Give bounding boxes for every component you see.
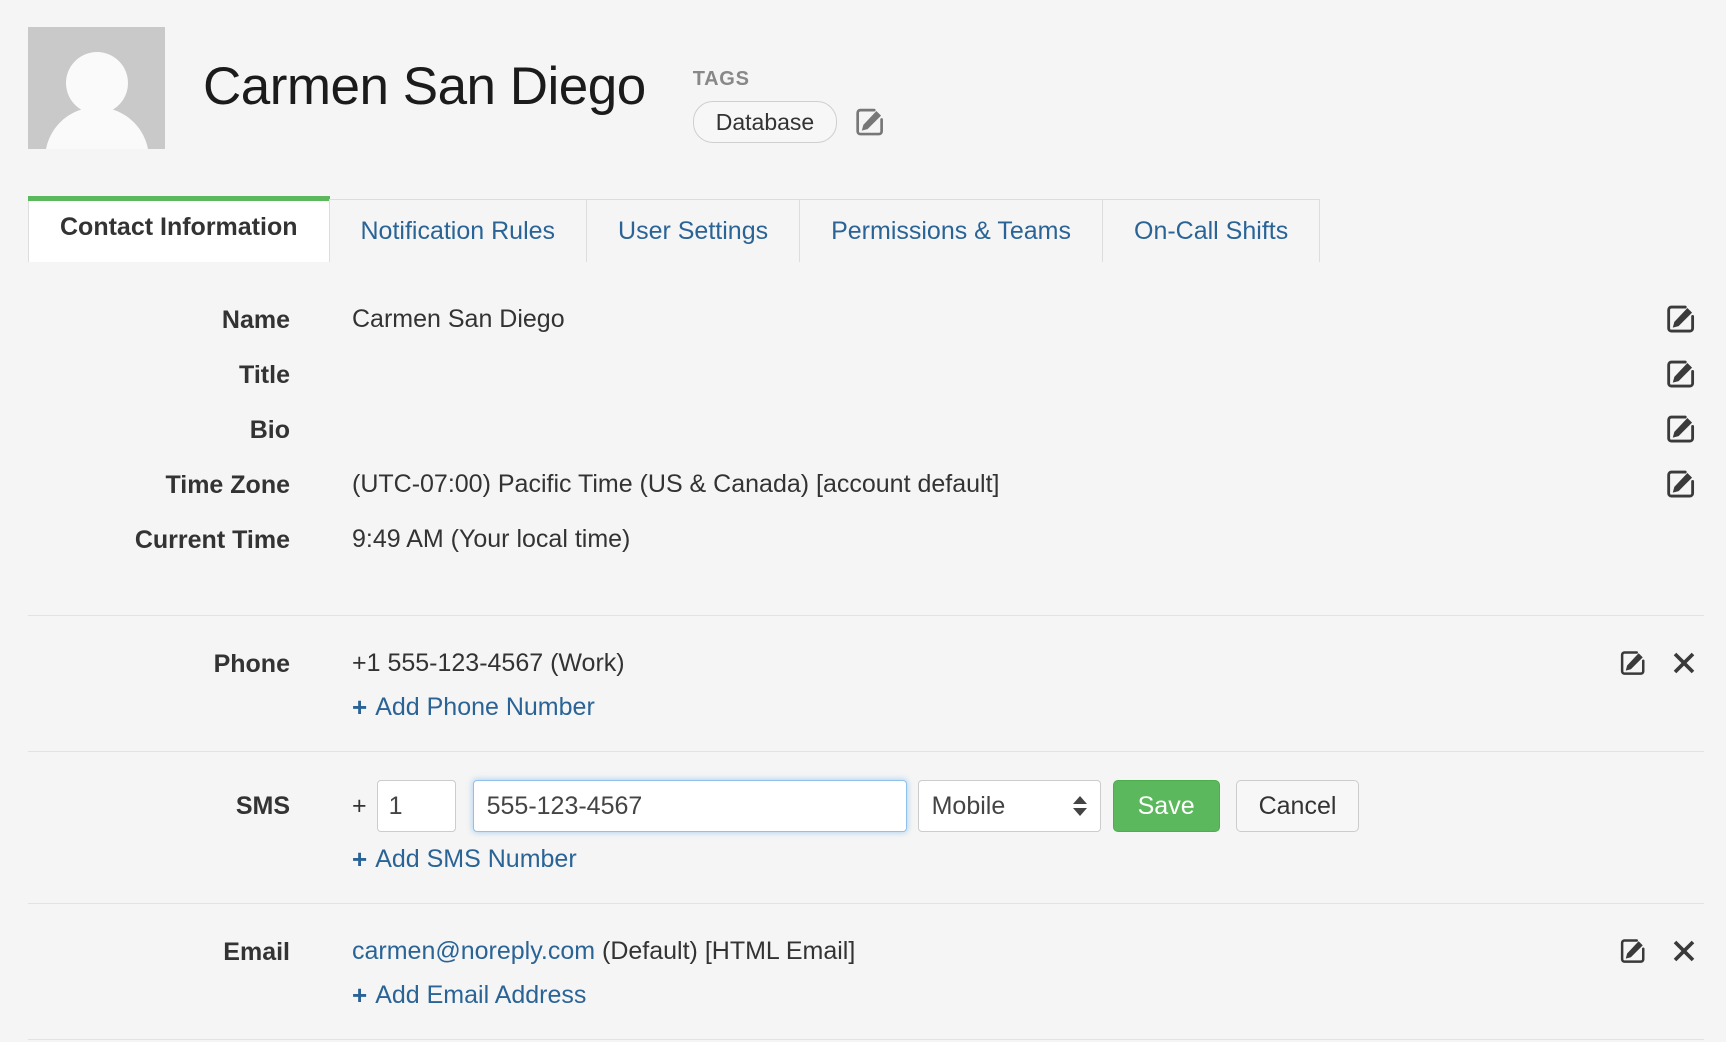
tab-user-settings[interactable]: User Settings	[586, 199, 800, 262]
plus-icon: +	[352, 694, 367, 720]
row-current-time: Current Time 9:49 AM (Your local time)	[0, 524, 1726, 579]
phone-value: +1 555-123-4567 (Work)	[352, 648, 1726, 678]
edit-pencil-icon[interactable]	[1664, 412, 1698, 446]
sms-type-select-wrapper: Mobile	[918, 780, 1101, 832]
row-label: Email	[0, 936, 290, 967]
tab-label: On-Call Shifts	[1134, 217, 1288, 245]
add-phone-number-label: Add Phone Number	[375, 692, 595, 722]
email-section: Email carmen@noreply.com (Default) [HTML…	[0, 904, 1726, 1011]
close-x-icon[interactable]	[1670, 649, 1698, 677]
row-label: Phone	[0, 648, 290, 679]
sms-section: SMS + Mobile Save	[0, 752, 1726, 875]
row-sms: SMS + Mobile Save	[0, 780, 1726, 875]
sms-edit-form: + Mobile Save Cancel	[352, 780, 1726, 832]
email-suffix: (Default) [HTML Email]	[595, 937, 855, 965]
tab-label: Contact Information	[60, 213, 298, 241]
tab-on-call-shifts[interactable]: On-Call Shifts	[1102, 199, 1320, 262]
tags-row: Database	[693, 101, 887, 143]
add-sms-number-link[interactable]: + Add SMS Number	[352, 844, 577, 874]
cancel-button[interactable]: Cancel	[1236, 780, 1360, 832]
tab-contact-information[interactable]: Contact Information	[28, 196, 330, 262]
tab-label: Notification Rules	[361, 217, 556, 245]
row-value-group: carmen@noreply.com (Default) [HTML Email…	[290, 936, 1726, 1011]
row-actions	[1664, 467, 1698, 501]
row-actions	[1664, 357, 1698, 391]
row-value-group: +1 555-123-4567 (Work) + Add Phone Numbe…	[290, 648, 1726, 723]
plus-icon: +	[352, 846, 367, 872]
tab-label: User Settings	[618, 217, 768, 245]
sms-type-select[interactable]: Mobile	[918, 780, 1101, 832]
row-value: (UTC-07:00) Pacific Time (US & Canada) […	[290, 469, 1726, 499]
country-code-input[interactable]	[377, 780, 456, 832]
edit-pencil-icon[interactable]	[1664, 357, 1698, 391]
add-phone-number-link[interactable]: + Add Phone Number	[352, 692, 595, 722]
row-bio: Bio	[0, 414, 1726, 469]
page-title: Carmen San Diego	[165, 27, 646, 113]
row-name: Name Carmen San Diego	[0, 304, 1726, 359]
profile-section: Name Carmen San Diego Title	[0, 262, 1726, 579]
phone-section: Phone +1 555-123-4567 (Work) + Add Phone…	[0, 616, 1726, 723]
row-label: Bio	[0, 414, 290, 445]
tags-label: TAGS	[693, 69, 887, 89]
row-value: 9:49 AM (Your local time)	[290, 524, 1726, 554]
email-address-link[interactable]: carmen@noreply.com	[352, 937, 595, 965]
row-actions	[1664, 302, 1698, 336]
row-phone: Phone +1 555-123-4567 (Work) + Add Phone…	[0, 648, 1726, 723]
edit-pencil-icon[interactable]	[1618, 648, 1648, 678]
row-label: Name	[0, 304, 290, 335]
contact-information-panel: Name Carmen San Diego Title	[0, 262, 1726, 1040]
add-email-address-label: Add Email Address	[375, 980, 586, 1010]
row-value-group: + Mobile Save Cancel	[290, 780, 1726, 875]
row-actions	[1618, 648, 1698, 678]
sms-number-input[interactable]	[473, 780, 907, 832]
tab-permissions-teams[interactable]: Permissions & Teams	[799, 199, 1103, 262]
plus-icon: +	[352, 982, 367, 1008]
edit-pencil-icon[interactable]	[1664, 467, 1698, 501]
row-title: Title	[0, 359, 1726, 414]
row-actions	[1618, 936, 1698, 966]
avatar	[28, 27, 165, 149]
tags-block: TAGS Database	[646, 27, 887, 143]
save-button[interactable]: Save	[1113, 780, 1220, 832]
edit-pencil-icon[interactable]	[1618, 936, 1648, 966]
plus-prefix-label: +	[352, 791, 367, 821]
avatar-head-shape	[66, 52, 128, 114]
row-label: Title	[0, 359, 290, 390]
profile-header: Carmen San Diego TAGS Database	[0, 0, 1726, 160]
tag-database[interactable]: Database	[693, 101, 837, 143]
row-time-zone: Time Zone (UTC-07:00) Pacific Time (US &…	[0, 469, 1726, 524]
row-actions	[1664, 412, 1698, 446]
edit-pencil-icon[interactable]	[853, 105, 887, 139]
tab-notification-rules[interactable]: Notification Rules	[329, 199, 588, 262]
email-value: carmen@noreply.com (Default) [HTML Email…	[352, 936, 1726, 966]
row-label: Time Zone	[0, 469, 290, 500]
tab-label: Permissions & Teams	[831, 217, 1071, 245]
row-email: Email carmen@noreply.com (Default) [HTML…	[0, 936, 1726, 1011]
row-value: Carmen San Diego	[290, 304, 1726, 334]
add-sms-number-label: Add SMS Number	[375, 844, 576, 874]
avatar-body-shape	[45, 107, 149, 149]
section-divider	[28, 1039, 1704, 1040]
tab-bar: Contact Information Notification Rules U…	[28, 190, 1468, 262]
close-x-icon[interactable]	[1670, 937, 1698, 965]
add-email-address-link[interactable]: + Add Email Address	[352, 980, 586, 1010]
row-label: Current Time	[0, 524, 290, 555]
edit-pencil-icon[interactable]	[1664, 302, 1698, 336]
row-label: SMS	[0, 780, 290, 821]
